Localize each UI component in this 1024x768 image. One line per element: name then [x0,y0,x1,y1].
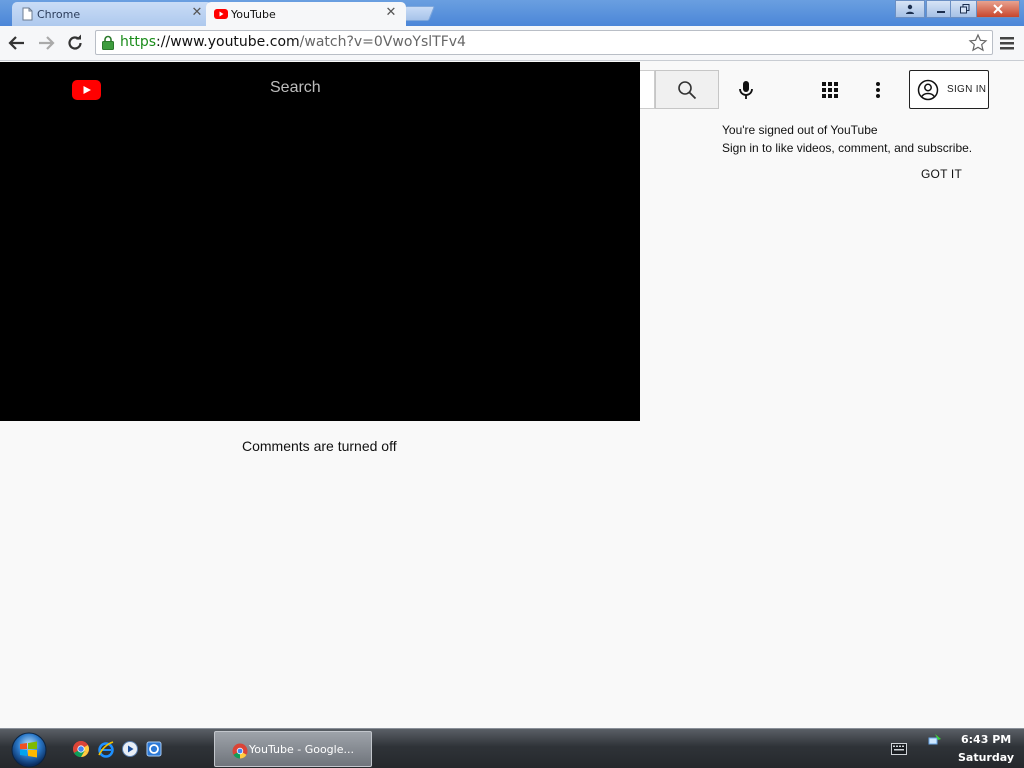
user-icon [906,4,914,14]
taskbar-window-label: YouTube - Google... [249,742,354,756]
back-button[interactable] [6,33,28,53]
youtube-icon [214,9,228,19]
signed-out-message: Sign in to like videos, comment, and sub… [722,141,973,155]
url-path: /watch?v=0VwoYslTFv4 [299,34,466,50]
comments-status: Comments are turned off [242,438,397,454]
profile-button[interactable] [895,0,925,18]
url-host: ://www.youtube.com [156,34,300,50]
tab-chrome[interactable]: Chrome ✕ [12,2,212,26]
url-scheme: https [120,34,157,50]
clock-time[interactable]: 6:43 PM [961,733,1011,746]
ie-alt-icon[interactable] [145,740,163,758]
windows-taskbar: YouTube - Google... 6:43 PM Saturday [0,728,1024,768]
youtube-page: Search SIGN IN You're signed out of YouT… [0,62,1024,728]
taskbar-window-youtube[interactable]: YouTube - Google... [214,731,372,767]
star-icon[interactable] [968,33,988,53]
tab-label: YouTube [231,7,276,21]
windows-start-icon[interactable] [10,731,48,768]
sign-in-label: SIGN IN [947,84,987,95]
internet-explorer-icon[interactable] [97,740,115,758]
close-window-button[interactable] [976,0,1020,18]
apps-grid-icon[interactable] [820,80,840,100]
reload-icon [68,34,82,50]
signed-out-title: You're signed out of YouTube [722,123,878,137]
search-icon [678,80,697,99]
tab-youtube[interactable]: YouTube ✕ [206,2,406,26]
sign-in-button[interactable]: SIGN IN [909,70,989,109]
lock-icon [102,35,114,50]
browser-tab-strip: Chrome ✕ YouTube ✕ [0,0,1024,26]
forward-arrow-icon [39,36,55,50]
back-arrow-icon [8,36,24,50]
address-bar[interactable]: https://www.youtube.com/watch?v=0VwoYslT… [95,30,993,55]
close-icon [993,4,1003,14]
chrome-icon [232,743,248,759]
minimize-icon [937,11,945,13]
media-player-icon[interactable] [121,740,139,758]
search-input[interactable]: Search [270,79,321,97]
got-it-button[interactable]: GOT IT [921,167,962,181]
forward-button[interactable] [35,33,57,53]
chrome-icon[interactable] [72,740,90,758]
close-tab-icon[interactable]: ✕ [190,6,204,20]
browser-toolbar: https://www.youtube.com/watch?v=0VwoYslT… [0,26,1024,61]
more-vert-icon[interactable] [868,80,888,100]
tab-label: Chrome [37,7,81,21]
microphone-icon[interactable] [735,79,757,101]
clock-day[interactable]: Saturday [958,751,1014,764]
restore-icon [960,4,970,14]
search-input-edge[interactable] [640,70,655,109]
network-icon[interactable] [928,733,942,747]
video-player[interactable]: Search [0,62,640,421]
page-icon [22,7,33,21]
account-circle-icon [917,79,939,100]
reload-button[interactable] [64,33,86,53]
keyboard-icon[interactable] [891,743,907,755]
youtube-logo[interactable] [72,80,101,100]
search-button[interactable] [655,70,719,109]
chrome-menu-icon[interactable] [998,34,1016,52]
close-tab-icon[interactable]: ✕ [384,6,398,20]
